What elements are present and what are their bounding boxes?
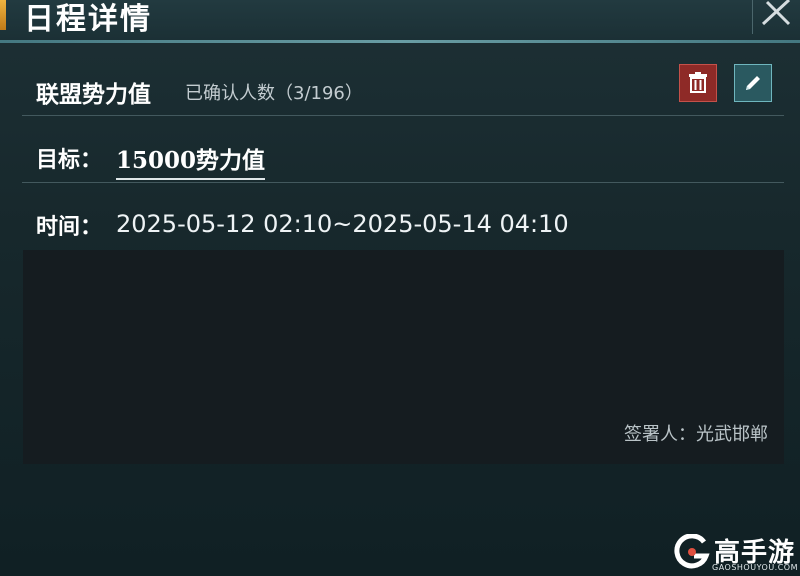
close-button[interactable] — [752, 0, 797, 34]
time-label: 时间： — [36, 214, 103, 240]
time-value: 2025-05-12 02:10~2025-05-14 04:10 — [116, 210, 569, 238]
watermark-url: GAOSHOUYOU.COM — [712, 563, 799, 572]
site-watermark: 高手游 GAOSHOUYOU.COM — [674, 530, 800, 576]
watermark-logo-icon — [674, 534, 710, 569]
goal-label: 目标： — [36, 147, 103, 173]
confirmed-count: 已确认人数（3/196） — [185, 83, 363, 104]
dialog-title: 日程详情 — [24, 2, 152, 37]
dialog-header: 日程详情 — [0, 0, 800, 40]
edit-button[interactable] — [734, 64, 772, 102]
delete-button[interactable] — [679, 64, 717, 102]
header-divider — [0, 40, 800, 43]
close-x-icon — [761, 0, 791, 26]
signer-text: 签署人：光武邯郸 — [624, 424, 768, 445]
header-accent-bar — [0, 0, 6, 30]
goal-value: 15000势力值 — [116, 141, 266, 180]
schedule-title: 联盟势力值 — [36, 81, 151, 108]
pencil-icon — [746, 76, 760, 90]
divider — [22, 182, 784, 183]
schedule-content-box: 签署人：光武邯郸 — [23, 250, 784, 464]
trash-icon — [689, 72, 707, 93]
divider — [22, 115, 784, 116]
